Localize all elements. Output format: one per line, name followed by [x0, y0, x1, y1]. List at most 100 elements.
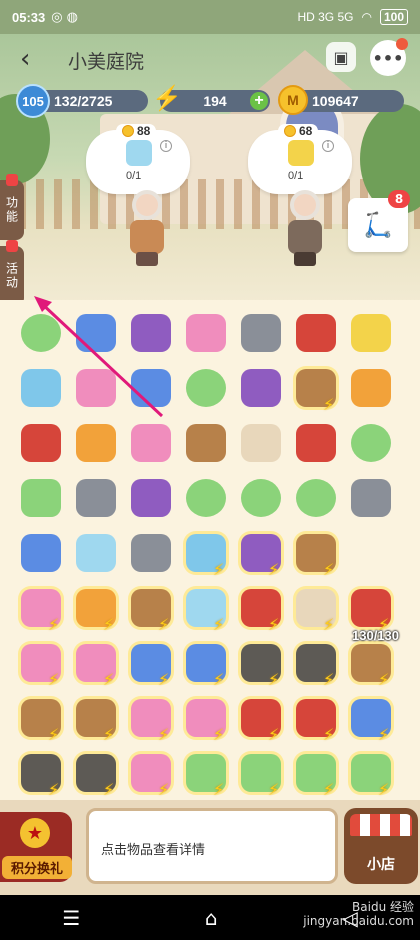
board-cell[interactable]: ⚡	[181, 638, 231, 689]
stone-lantern-icon	[131, 534, 171, 572]
board-cell[interactable]: ⚡	[181, 583, 231, 634]
bowl-icon	[241, 424, 281, 462]
board-cell[interactable]	[291, 308, 341, 358]
shop-button[interactable]: 小店	[344, 808, 418, 884]
board-cell[interactable]: ⚡	[16, 583, 66, 634]
board-cell[interactable]	[236, 418, 286, 468]
home-icon[interactable]: ⌂	[205, 906, 218, 930]
points-exchange-button[interactable]: ★ 积分换礼	[0, 812, 72, 882]
board-cell[interactable]: ⚡	[126, 638, 176, 689]
info-icon[interactable]: i	[160, 140, 172, 152]
board-cell[interactable]	[126, 418, 176, 468]
notification-icons: ◎ ◍	[51, 10, 78, 25]
board-cell[interactable]	[346, 528, 396, 578]
board-cell[interactable]: ⚡	[71, 748, 121, 799]
star-icon: ★	[20, 818, 50, 848]
board-cell[interactable]: ⚡	[346, 748, 396, 799]
order-item-icecream-icon	[288, 140, 314, 166]
status-bar: 05:33 ◎ ◍ HD 3G 5G ◠ 100	[0, 0, 420, 34]
board-cell[interactable]	[16, 473, 66, 523]
board-cell[interactable]	[291, 418, 341, 468]
bookmark-button[interactable]: ▣	[326, 42, 356, 72]
board-cell[interactable]: ⚡	[16, 693, 66, 744]
energy-badge-icon: ⚡	[268, 725, 280, 744]
board-cell[interactable]	[126, 528, 176, 578]
board-cell[interactable]	[181, 473, 231, 523]
board-cell[interactable]: ⚡	[346, 693, 396, 744]
board-cell[interactable]: ⚡	[16, 638, 66, 689]
side-tab-events[interactable]: 活动	[0, 246, 24, 306]
board-cell[interactable]: ⚡	[181, 528, 231, 579]
network-indicator: HD 3G 5G	[297, 10, 354, 24]
board-cell[interactable]	[236, 473, 286, 523]
board-cell[interactable]	[346, 308, 396, 358]
bookmark-icon: ▣	[333, 47, 349, 67]
gift-icon	[6, 174, 18, 186]
back-button[interactable]: ‹	[20, 44, 30, 74]
board-cell[interactable]	[16, 528, 66, 578]
energy-badge-icon: ⚡	[213, 670, 225, 689]
board-cell[interactable]: ⚡	[291, 583, 341, 634]
board-cell[interactable]	[71, 418, 121, 468]
side-tab-label: 功能	[4, 196, 19, 224]
board-cell[interactable]: ⚡	[291, 363, 341, 414]
coin-icon	[284, 125, 296, 137]
order-price: 88	[137, 124, 151, 138]
board-cell[interactable]: ⚡	[236, 748, 286, 799]
board-cell[interactable]: ⚡	[181, 748, 231, 799]
board-cell[interactable]	[71, 473, 121, 523]
level-badge: 105	[16, 84, 50, 118]
board-cell[interactable]: ⚡	[346, 638, 396, 689]
board-cell[interactable]	[71, 528, 121, 578]
blue-gift-icon	[76, 534, 116, 572]
energy-badge-icon: ⚡	[158, 670, 170, 689]
add-energy-button[interactable]: +	[250, 92, 268, 110]
cupcake-icon	[186, 314, 226, 352]
board-cell[interactable]	[126, 473, 176, 523]
board-cell[interactable]	[181, 418, 231, 468]
order-bubble-2[interactable]: 68 i 0/1	[248, 124, 352, 194]
board-cell[interactable]	[181, 363, 231, 413]
board-cell[interactable]: ⚡	[71, 583, 121, 634]
board-cell[interactable]: ⚡	[71, 693, 121, 744]
menu-icon[interactable]: ☰	[62, 906, 80, 930]
cake-icon	[351, 314, 391, 352]
board-cell[interactable]: ⚡	[236, 693, 286, 744]
board-cell[interactable]	[181, 308, 231, 358]
board-cell[interactable]: ⚡	[126, 748, 176, 799]
board-cell[interactable]: ⚡	[181, 693, 231, 744]
grandpa-character[interactable]	[124, 190, 168, 266]
board-cell[interactable]: ⚡	[291, 528, 341, 579]
board-cell[interactable]: ⚡	[346, 583, 396, 634]
board-cell[interactable]: ⚡	[236, 583, 286, 634]
coin-icon	[122, 125, 134, 137]
board-cell[interactable]: ⚡	[16, 748, 66, 799]
board-cell[interactable]	[346, 418, 396, 468]
board-cell[interactable]: ⚡	[291, 693, 341, 744]
board-cell[interactable]	[346, 473, 396, 523]
gift-box-icon	[131, 479, 171, 517]
order-bubble-1[interactable]: 88 i 0/1	[86, 124, 190, 194]
grandma-character[interactable]	[282, 190, 326, 266]
info-icon[interactable]: i	[322, 140, 334, 152]
board-cell[interactable]	[291, 473, 341, 523]
energy-badge-icon: ⚡	[268, 780, 280, 799]
board-cell[interactable]: ⚡	[236, 528, 286, 579]
board-cell[interactable]	[236, 308, 286, 358]
board-cell[interactable]	[346, 363, 396, 413]
order-item-cat-icon	[126, 140, 152, 166]
board-cell[interactable]	[16, 418, 66, 468]
energy-badge-icon: ⚡	[323, 615, 335, 634]
side-tab-functions[interactable]: 功能	[0, 180, 24, 240]
order-count: 0/1	[288, 170, 304, 182]
board-cell[interactable]: ⚡	[126, 583, 176, 634]
board-cell[interactable]: ⚡	[71, 638, 121, 689]
board-cell[interactable]: ⚡	[291, 748, 341, 799]
board-cell[interactable]: ⚡	[126, 693, 176, 744]
energy-badge-icon: ⚡	[268, 560, 280, 579]
scissors-icon	[351, 424, 391, 462]
board-cell[interactable]: ⚡	[236, 638, 286, 689]
board-cell[interactable]: ⚡	[291, 638, 341, 689]
frying-pan-icon	[241, 314, 281, 352]
board-cell[interactable]	[236, 363, 286, 413]
